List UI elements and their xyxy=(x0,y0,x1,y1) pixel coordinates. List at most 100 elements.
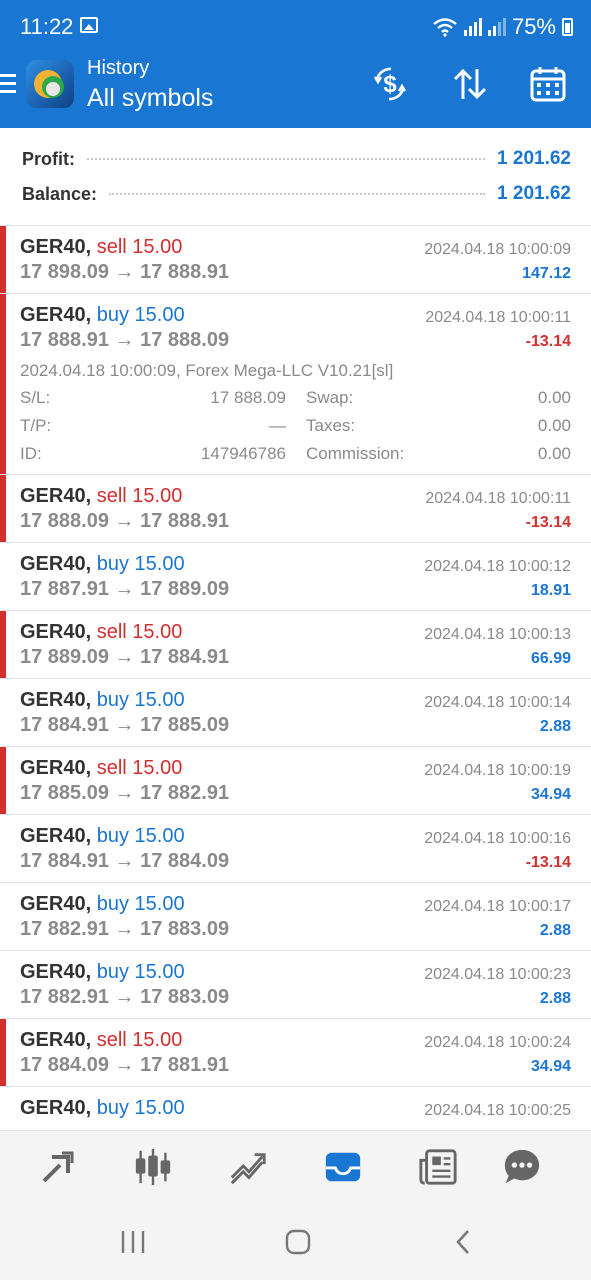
detail-tp-value: — xyxy=(269,416,286,435)
deal-time: 2024.04.18 10:00:11 xyxy=(425,490,571,507)
exchange-dollar-icon[interactable]: $ xyxy=(370,64,410,104)
signal-icon xyxy=(463,18,482,36)
recent-apps-icon[interactable] xyxy=(117,1226,149,1258)
deal-detail-row: ID: 147946786 Commission: 0.00 xyxy=(20,444,571,466)
deal-row[interactable]: GER40, buy 15.00 17 882.91 → 17 883.09 202… xyxy=(0,951,591,1019)
header-title: All symbols xyxy=(87,84,214,112)
deal-symbol: GER40, xyxy=(20,1097,92,1119)
deal-side-volume: sell 15.00 xyxy=(96,485,183,507)
bottom-navigation xyxy=(0,1130,591,1202)
menu-icon[interactable] xyxy=(0,74,16,94)
deal-profit: 34.94 xyxy=(530,1058,571,1075)
deal-side-volume: buy 15.00 xyxy=(96,825,185,847)
deal-symbol: GER40, xyxy=(20,689,92,711)
signal-secondary-icon xyxy=(487,18,506,36)
svg-text:$: $ xyxy=(383,71,397,98)
deal-row[interactable]: GER40, buy 15.00 17 887.91 → 17 889.09 202… xyxy=(0,543,591,611)
deal-prices: 17 898.09 → 17 888.91 xyxy=(20,261,230,283)
deal-side-volume: buy 15.00 xyxy=(96,689,185,711)
deal-row[interactable]: GER40, sell 15.00 17 889.09 → 17 884.91 20… xyxy=(0,611,591,679)
deal-title: GER40, sell 15.00 xyxy=(20,1029,182,1052)
news-icon[interactable] xyxy=(418,1147,458,1187)
header-subtitle: History xyxy=(87,57,150,79)
deal-row[interactable]: GER40, buy 15.00 17 884.91 → 17 884.09 202… xyxy=(0,815,591,883)
calendar-icon[interactable] xyxy=(528,64,568,104)
deal-title: GER40, sell 15.00 xyxy=(20,485,182,508)
deal-row[interactable]: GER40, sell 15.00 17 898.09 → 17 888.91 20… xyxy=(0,226,591,294)
deals-list[interactable]: GER40, sell 15.00 17 898.09 → 17 888.91 20… xyxy=(0,226,591,1130)
deal-prices: 17 884.09 → 17 881.91 xyxy=(20,1054,230,1076)
deal-row[interactable]: GER40, buy 15.00 2024.04.18 10:00:25 xyxy=(0,1087,591,1130)
detail-sl-value: 17 888.09 xyxy=(210,388,286,407)
header-titles[interactable]: History All symbols xyxy=(87,56,213,114)
wifi-icon xyxy=(433,18,457,37)
status-time: 11:22 xyxy=(20,14,74,39)
deal-time: 2024.04.18 10:00:14 xyxy=(424,694,571,711)
app-logo xyxy=(26,60,74,108)
home-icon[interactable] xyxy=(282,1226,314,1258)
chat-icon[interactable] xyxy=(502,1147,542,1187)
battery-icon xyxy=(562,18,573,36)
deal-side-volume: sell 15.00 xyxy=(96,236,183,258)
deal-profit: 147.12 xyxy=(522,265,571,282)
deal-prices: 17 888.09 → 17 888.91 xyxy=(20,510,230,532)
deal-time: 2024.04.18 10:00:19 xyxy=(424,762,571,779)
deal-profit: 66.99 xyxy=(530,650,571,667)
detail-id-value: 147946786 xyxy=(200,444,286,463)
dotted-leader xyxy=(109,193,486,195)
deal-prices: 17 888.91 → 17 888.09 xyxy=(20,329,230,351)
deal-time: 2024.04.18 10:00:23 xyxy=(424,966,571,983)
deal-detail-row: T/P: — Taxes: 0.00 xyxy=(20,416,571,438)
deal-symbol: GER40, xyxy=(20,825,92,847)
deal-prices: 17 884.91 → 17 884.09 xyxy=(20,850,230,872)
deal-row[interactable]: GER40, sell 15.00 17 885.09 → 17 882.91 20… xyxy=(0,747,591,815)
analytics-icon[interactable] xyxy=(228,1147,268,1187)
deal-row[interactable]: GER40, buy 15.00 17 882.91 → 17 883.09 202… xyxy=(0,883,591,951)
deal-profit: 2.88 xyxy=(539,718,571,735)
balance-value: 1 201.62 xyxy=(497,183,571,204)
deal-title: GER40, buy 15.00 xyxy=(20,1097,185,1120)
deal-time: 2024.04.18 10:00:11 xyxy=(425,309,571,326)
deal-time: 2024.04.18 10:00:12 xyxy=(424,558,571,575)
deal-side-volume: buy 15.00 xyxy=(96,553,185,575)
deal-time: 2024.04.18 10:00:09 xyxy=(424,241,571,258)
deal-title: GER40, buy 15.00 xyxy=(20,553,185,576)
back-icon[interactable] xyxy=(447,1226,479,1258)
sort-icon[interactable] xyxy=(450,64,490,104)
deal-prices: 17 882.91 → 17 883.09 xyxy=(20,986,230,1008)
balance-row: Balance: 1 201.62 xyxy=(22,182,571,206)
deal-prices: 17 884.91 → 17 885.09 xyxy=(20,714,230,736)
deal-side-volume: sell 15.00 xyxy=(96,757,183,779)
deal-title: GER40, buy 15.00 xyxy=(20,961,185,984)
deal-row[interactable]: GER40, buy 15.00 17 884.91 → 17 885.09 202… xyxy=(0,679,591,747)
trade-icon[interactable] xyxy=(38,1147,78,1187)
detail-sl-label: S/L: xyxy=(20,388,51,407)
deal-prices: 17 885.09 → 17 882.91 xyxy=(20,782,230,804)
deal-prices: 17 882.91 → 17 883.09 xyxy=(20,918,230,940)
deal-side-volume: sell 15.00 xyxy=(96,621,183,643)
chart-icon[interactable] xyxy=(133,1147,173,1187)
deal-profit: 2.88 xyxy=(539,990,571,1007)
deal-time: 2024.04.18 10:00:17 xyxy=(424,898,571,915)
deal-symbol: GER40, xyxy=(20,757,92,779)
deal-symbol: GER40, xyxy=(20,893,92,915)
status-indicators: 75% xyxy=(432,14,573,40)
deal-symbol: GER40, xyxy=(20,304,92,326)
profit-value: 1 201.62 xyxy=(497,148,571,169)
system-navigation xyxy=(0,1202,591,1280)
detail-commission-value: 0.00 xyxy=(537,444,571,463)
detail-commission-label: Commission: xyxy=(306,444,405,463)
history-icon[interactable] xyxy=(323,1147,363,1187)
deal-row[interactable]: GER40, sell 15.00 17 884.09 → 17 881.91 20… xyxy=(0,1019,591,1087)
deal-row[interactable]: GER40, buy 15.00 17 888.91 → 17 888.09 202… xyxy=(0,294,591,475)
deal-profit: 34.94 xyxy=(530,786,571,803)
deal-side-volume: buy 15.00 xyxy=(96,304,185,326)
deal-profit: 2.88 xyxy=(539,922,571,939)
deal-symbol: GER40, xyxy=(20,553,92,575)
account-summary: Profit: 1 201.62 Balance: 1 201.62 xyxy=(0,128,591,226)
deal-symbol: GER40, xyxy=(20,236,92,258)
deal-time: 2024.04.18 10:00:24 xyxy=(424,1034,571,1051)
deal-symbol: GER40, xyxy=(20,621,92,643)
deal-row[interactable]: GER40, sell 15.00 17 888.09 → 17 888.91 20… xyxy=(0,475,591,543)
detail-taxes-value: 0.00 xyxy=(537,416,571,435)
